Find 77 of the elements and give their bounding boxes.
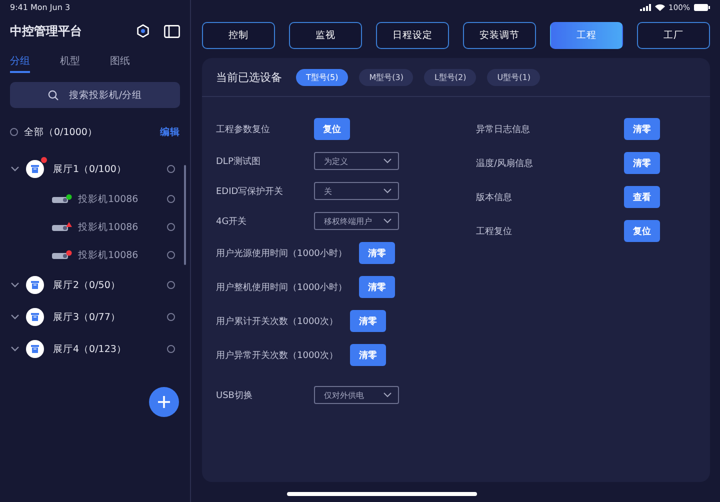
group-label[interactable]: 展厅2（0/50） (53, 278, 167, 292)
all-label: 全部（0/1000） (24, 126, 98, 138)
chevron-icon[interactable] (10, 346, 20, 352)
radio-button[interactable] (167, 251, 175, 259)
setting-label: 版本信息 (476, 192, 513, 204)
panel-title: 当前已选设备 (216, 70, 282, 84)
sidebar-tab[interactable]: 机型 (60, 54, 80, 73)
nav-tab[interactable]: 工厂 (637, 22, 710, 49)
model-chip[interactable]: M型号(3) (359, 68, 414, 86)
battery-icon (694, 4, 710, 10)
search-field[interactable]: 搜索投影机/分组 (10, 82, 180, 108)
action-button[interactable]: 清零 (358, 242, 395, 264)
projector-label[interactable]: 投影机10086 (78, 220, 167, 234)
group-label[interactable]: 展厅3（0/77） (53, 310, 167, 324)
add-button[interactable] (149, 387, 179, 417)
wifi-icon (654, 4, 665, 10)
setting-label: 温度/风扇信息 (476, 158, 534, 170)
chevron-down-icon (383, 158, 392, 164)
app-title: 中控管理平台 (10, 22, 83, 40)
dropdown[interactable]: 为定义 (314, 152, 399, 170)
setting-label: 异常日志信息 (476, 124, 531, 136)
setting-label: USB切换 (216, 390, 254, 402)
nav-tab[interactable]: 日程设定 (376, 22, 449, 49)
chevron-icon[interactable] (10, 282, 20, 288)
radio-button[interactable] (167, 313, 175, 321)
setting-label: 用户异常开关次数（1000次） (216, 350, 338, 362)
setting-label: 4G开关 (216, 216, 248, 228)
setting-label: 工程复位 (476, 226, 513, 238)
setting-label: 用户光源使用时间（1000小时） (216, 248, 347, 260)
setting-label: 用户累计开关次数（1000次） (216, 316, 338, 328)
radio-button[interactable] (10, 128, 18, 136)
setting-label: EDID写保护开关 (216, 186, 284, 198)
action-button[interactable]: 复位 (624, 220, 660, 242)
group-label[interactable]: 展厅4（0/123） (53, 342, 167, 356)
sidebar-tab[interactable]: 分组 (10, 54, 30, 73)
search-icon (48, 90, 59, 100)
model-chip[interactable]: U型号(1) (487, 68, 540, 86)
action-button[interactable]: 清零 (350, 310, 386, 332)
chevron-icon[interactable] (10, 166, 20, 172)
action-button[interactable]: 清零 (358, 276, 395, 298)
chevron-icon[interactable] (10, 314, 20, 320)
model-chip[interactable]: T型号(5) (296, 68, 348, 86)
dropdown[interactable]: 仅对外供电 (314, 386, 399, 404)
status-time: 9:41 Mon Jun 3 (10, 3, 72, 13)
sidebar-toggle-icon[interactable] (164, 24, 180, 38)
scrollbar[interactable] (184, 165, 186, 265)
radio-button[interactable] (167, 281, 175, 289)
setting-label: DLP测试图 (216, 156, 262, 168)
signal-icon (640, 4, 651, 10)
action-button[interactable]: 查看 (624, 186, 660, 208)
nav-tab[interactable]: 工程 (550, 22, 623, 49)
group-label[interactable]: 展厅1（0/100） (53, 162, 167, 176)
action-button[interactable]: 复位 (314, 118, 350, 140)
radio-button[interactable] (167, 195, 175, 203)
sidebar-tab[interactable]: 图纸 (110, 54, 130, 73)
hexagon-icon[interactable] (136, 24, 150, 38)
action-button[interactable]: 清零 (624, 118, 660, 140)
chevron-down-icon (383, 218, 392, 224)
edit-link[interactable]: 编辑 (160, 126, 180, 138)
radio-button[interactable] (167, 165, 175, 173)
projector-label[interactable]: 投影机10086 (78, 248, 167, 262)
plus-icon (157, 395, 171, 409)
setting-label: 用户整机使用时间（1000小时） (216, 282, 347, 294)
projector-label[interactable]: 投影机10086 (78, 192, 167, 206)
nav-tab[interactable]: 监视 (289, 22, 362, 49)
nav-tab[interactable]: 控制 (202, 22, 275, 49)
dropdown[interactable]: 移权终端用户 (314, 212, 399, 230)
nav-tab[interactable]: 安装调节 (463, 22, 536, 49)
model-chip[interactable]: L型号(2) (424, 68, 476, 86)
setting-label: 工程参数复位 (216, 124, 271, 136)
chevron-down-icon (383, 188, 392, 194)
action-button[interactable]: 清零 (350, 344, 386, 366)
chevron-down-icon (383, 392, 392, 398)
action-button[interactable]: 清零 (624, 152, 660, 174)
dropdown[interactable]: 关 (314, 182, 399, 200)
radio-button[interactable] (167, 223, 175, 231)
radio-button[interactable] (167, 345, 175, 353)
